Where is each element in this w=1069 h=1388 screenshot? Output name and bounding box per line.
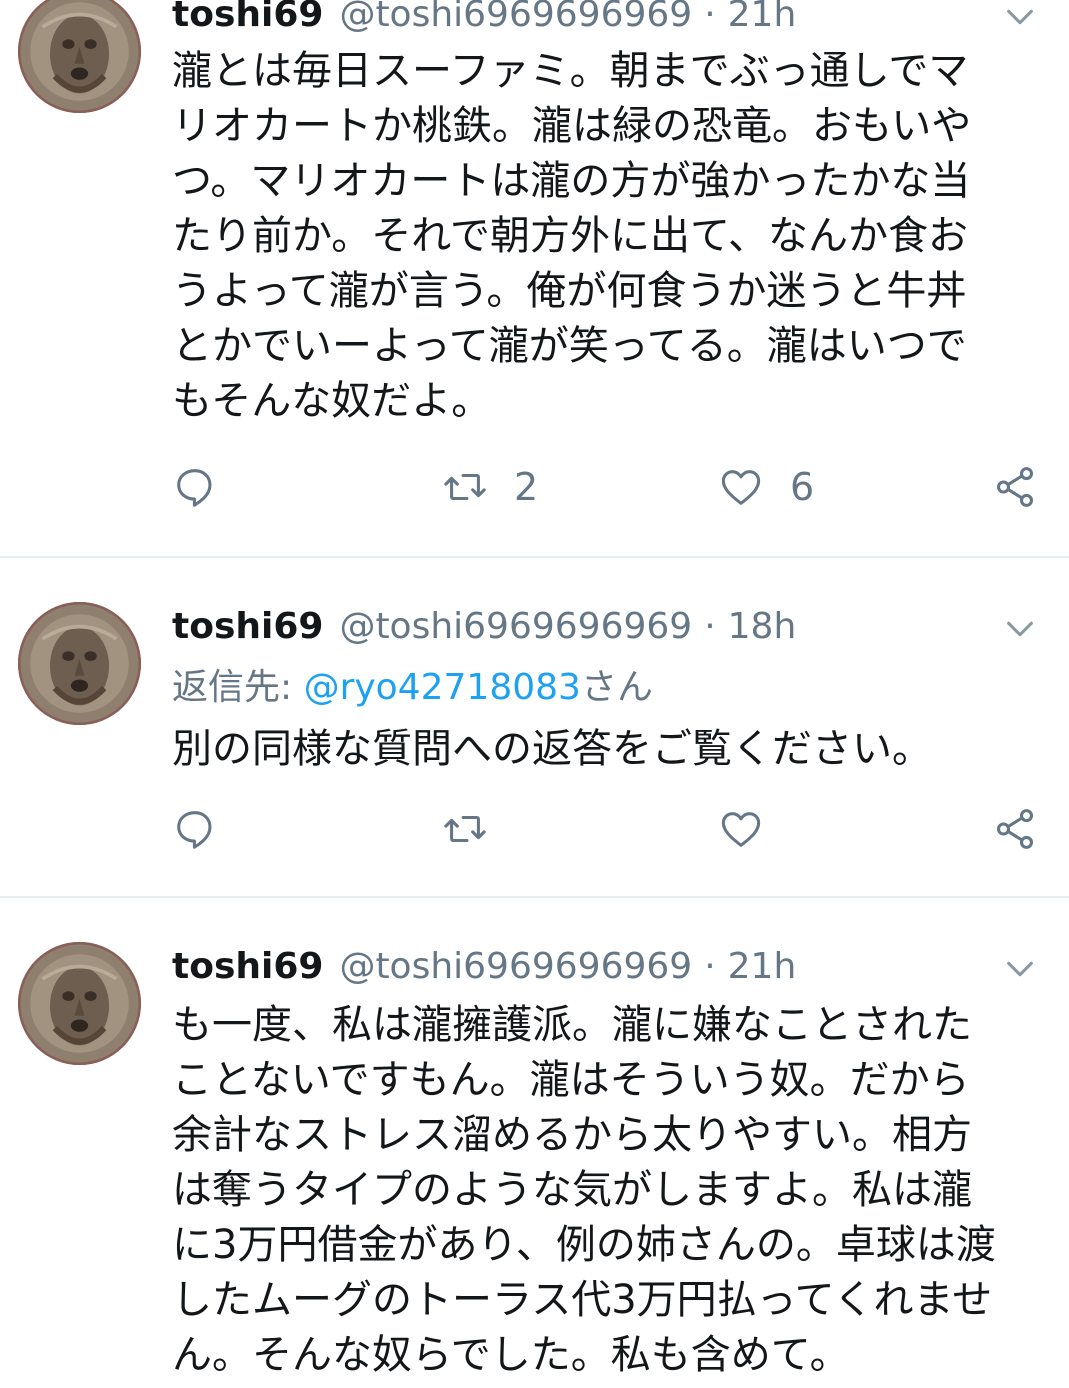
tweet[interactable]: toshi69 @toshi6969696969 · 21h 瀧とは毎日スーファ… (0, 0, 1069, 556)
chevron-down-icon[interactable] (1003, 612, 1037, 646)
heart-icon (718, 806, 764, 852)
reply-mention-link[interactable]: @ryo42718083 (304, 667, 581, 708)
tweet-text: も一度、私は瀧擁護派。瀧に嫌なことされた ことないですもん。瀧はそういう奴。だか… (172, 1002, 996, 1378)
tweet-feed: toshi69 @toshi6969696969 · 21h 瀧とは毎日スーファ… (0, 0, 1069, 1388)
retweet-button[interactable] (442, 804, 488, 854)
user-handle[interactable]: @toshi6969696969 (339, 0, 692, 36)
heart-icon (718, 464, 764, 510)
like-button[interactable]: 6 (718, 462, 814, 512)
timestamp[interactable]: 21h (728, 0, 797, 36)
reply-suffix: さん (580, 667, 653, 708)
tweet-header: toshi69 @toshi6969696969 · 21h (172, 0, 1029, 36)
avatar[interactable] (18, 942, 141, 1065)
separator-dot: · (704, 0, 716, 35)
like-button[interactable] (718, 804, 764, 854)
tweet[interactable]: toshi69 @toshi6969696969 · 18h 返信先: @ryo… (0, 558, 1069, 896)
reply-icon (172, 464, 218, 510)
share-button[interactable] (992, 462, 1038, 512)
tweet-actions: 2 6 (172, 462, 1039, 512)
reply-button[interactable] (172, 462, 218, 512)
chevron-down-icon[interactable] (1003, 0, 1037, 34)
reply-context: 返信先: @ryo42718083さん (172, 666, 653, 710)
user-name[interactable]: toshi69 (172, 606, 323, 648)
user-name[interactable]: toshi69 (172, 946, 323, 988)
tweet-header: toshi69 @toshi6969696969 · 21h (172, 946, 1029, 988)
like-count: 6 (790, 465, 815, 509)
timestamp[interactable]: 21h (728, 946, 797, 988)
reply-label: 返信先: (172, 667, 304, 708)
share-icon (992, 806, 1038, 852)
avatar[interactable] (18, 602, 141, 725)
user-handle[interactable]: @toshi6969696969 (339, 606, 692, 648)
retweet-icon (442, 806, 488, 852)
reply-button[interactable] (172, 804, 218, 854)
share-button[interactable] (992, 804, 1038, 854)
tweet-header: toshi69 @toshi6969696969 · 18h (172, 606, 1029, 648)
tweet[interactable]: toshi69 @toshi6969696969 · 21h も一度、私は瀧擁護… (0, 898, 1069, 1388)
user-handle[interactable]: @toshi6969696969 (339, 946, 692, 988)
tweet-text: 瀧とは毎日スーファミ。朝までぶっ通しでマ リオカートか桃鉄。瀧は緑の恐竜。おもい… (172, 48, 972, 424)
reply-icon (172, 806, 218, 852)
user-name[interactable]: toshi69 (172, 0, 323, 36)
avatar[interactable] (18, 0, 141, 113)
timestamp[interactable]: 18h (728, 606, 797, 648)
tweet-text: 別の同様な質問への返答をご覧ください。 (172, 726, 932, 772)
tweet-actions (172, 804, 1039, 854)
separator-dot: · (704, 946, 716, 987)
separator-dot: · (704, 606, 716, 647)
retweet-count: 2 (514, 465, 539, 509)
chevron-down-icon[interactable] (1003, 952, 1037, 986)
retweet-icon (442, 464, 488, 510)
retweet-button[interactable]: 2 (442, 462, 538, 512)
share-icon (992, 464, 1038, 510)
